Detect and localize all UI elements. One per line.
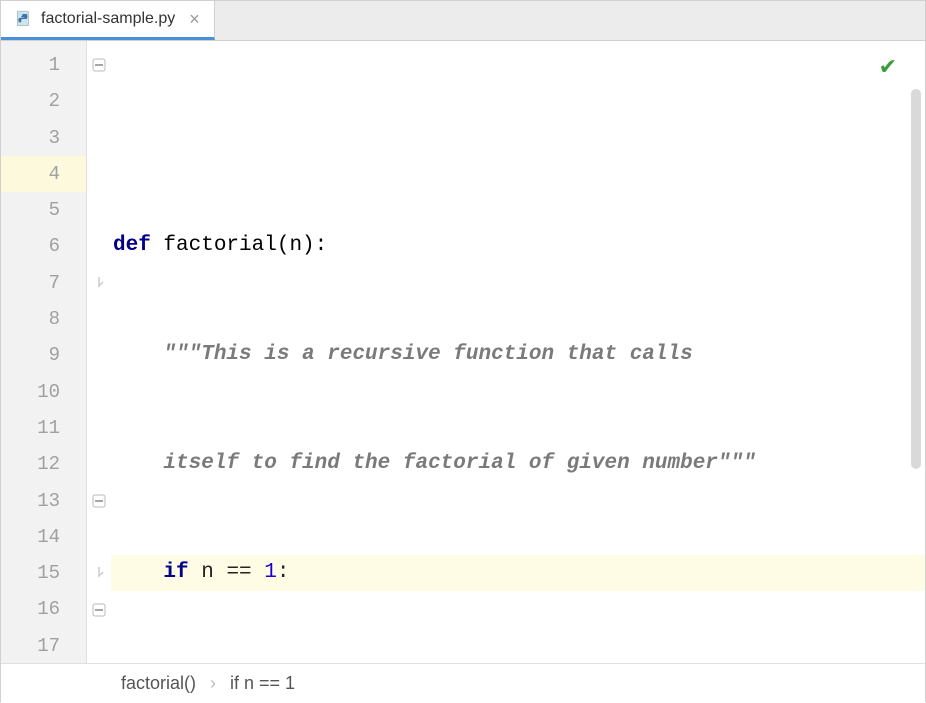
breadcrumb-item[interactable]: factorial() [121,673,196,694]
line-number[interactable]: 4 [1,156,86,192]
line-number[interactable]: 6 [1,228,86,264]
breadcrumb-item[interactable]: if n == 1 [230,673,295,694]
line-number[interactable]: 1 [1,47,86,83]
line-number[interactable]: 12 [1,446,86,482]
fold-toggle-icon[interactable] [92,603,106,617]
inspection-ok-icon[interactable]: ✔ [879,51,897,87]
line-number[interactable]: 5 [1,192,86,228]
fold-gutter [87,41,111,663]
fold-toggle-icon[interactable] [92,494,106,508]
code-line[interactable]: def factorial(n): [111,228,925,264]
code-line[interactable]: itself to find the factorial of given nu… [111,446,925,482]
fold-end-icon[interactable] [92,276,106,290]
editor: 1 2 3 4 5 6 7 8 9 10 11 12 13 14 15 16 1… [1,41,925,663]
code-area[interactable]: ✔ def factorial(n): """This is a recursi… [111,41,925,663]
fold-end-icon[interactable] [92,566,106,580]
line-number[interactable]: 17 [1,628,86,664]
code-line[interactable]: """This is a recursive function that cal… [111,337,925,373]
python-file-icon [15,10,33,28]
tab-bar: factorial-sample.py × [1,1,925,41]
close-tab-icon[interactable]: × [189,9,200,30]
line-number[interactable]: 9 [1,337,86,373]
line-number[interactable]: 2 [1,83,86,119]
line-number[interactable]: 7 [1,265,86,301]
code-line-current[interactable]: if n == 1: [111,555,925,591]
breadcrumb-bar: factorial() › if n == 1 [1,663,925,703]
line-number[interactable]: 3 [1,120,86,156]
vertical-scrollbar[interactable] [911,89,921,469]
line-number[interactable]: 13 [1,483,86,519]
fold-toggle-icon[interactable] [92,58,106,72]
line-number[interactable]: 16 [1,591,86,627]
line-number[interactable]: 11 [1,410,86,446]
line-number[interactable]: 10 [1,374,86,410]
file-tab[interactable]: factorial-sample.py × [1,1,215,40]
line-number[interactable]: 8 [1,301,86,337]
line-gutter: 1 2 3 4 5 6 7 8 9 10 11 12 13 14 15 16 1… [1,41,87,663]
line-number[interactable]: 15 [1,555,86,591]
line-number[interactable]: 14 [1,519,86,555]
tab-filename: factorial-sample.py [41,10,175,28]
chevron-right-icon: › [210,673,216,694]
